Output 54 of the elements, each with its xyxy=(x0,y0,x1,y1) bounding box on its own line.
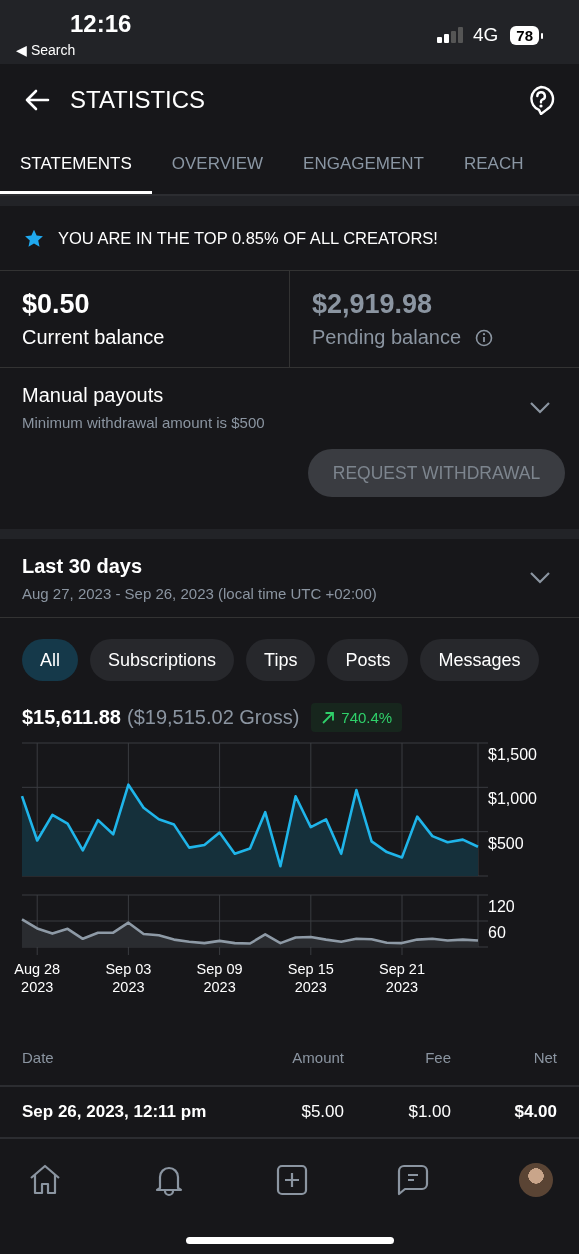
signal-icon xyxy=(436,27,465,43)
network-label: 4G xyxy=(472,24,499,46)
net-total: $15,611.88 xyxy=(22,706,121,729)
balance-amount: $2,919.98 xyxy=(312,289,434,320)
axis-label: 120 xyxy=(488,898,515,915)
trend-up-icon xyxy=(321,710,336,725)
avatar[interactable] xyxy=(519,1163,553,1197)
table-cell-text: $1.00 xyxy=(407,1102,451,1122)
balance-amount: $0.50 xyxy=(22,289,91,320)
add-post-icon[interactable] xyxy=(275,1164,308,1196)
balance-label: Current balance xyxy=(22,326,165,349)
filter-chip[interactable]: Subscriptions xyxy=(90,639,235,681)
chevron-icon[interactable] xyxy=(529,571,551,585)
back-to-search-link[interactable]: ◀ Search xyxy=(16,42,132,58)
table-cell-text: $4.00 xyxy=(513,1102,557,1122)
payouts-subtitle: Minimum withdrawal amount is $500 xyxy=(22,414,265,431)
status-time: 12:16 xyxy=(70,10,132,38)
home-icon[interactable] xyxy=(28,1163,62,1197)
payouts-title: Manual payouts xyxy=(22,384,165,407)
axis-label: Sep 03 2023 xyxy=(104,960,153,996)
change-badge: 740.4% xyxy=(311,703,403,732)
axis-label: Sep 15 2023 xyxy=(286,960,335,996)
axis-label: $1,000 xyxy=(488,790,537,808)
table-cell-text: $5.00 xyxy=(300,1102,344,1122)
table-cell-text: Sep 26, 2023, 12:11 pm xyxy=(22,1102,208,1122)
axis-label: 60 xyxy=(488,924,506,941)
axis-label: $500 xyxy=(488,834,524,852)
column-header: Date xyxy=(22,1049,55,1066)
column-header: Amount xyxy=(291,1049,344,1066)
help-icon[interactable] xyxy=(527,85,555,115)
filter-chip[interactable]: Tips xyxy=(246,639,316,681)
axis-label: $1,500 xyxy=(488,746,537,763)
period-subtitle: Aug 27, 2023 - Sep 26, 2023 (local time UTC +02:00) xyxy=(22,584,377,602)
back-arrow-icon[interactable] xyxy=(24,89,50,111)
ranking-banner-text: YOU ARE IN THE TOP 0.85% OF ALL CREATORS! xyxy=(58,228,438,248)
tab[interactable]: OVERVIEW xyxy=(151,136,284,194)
column-header: Net xyxy=(532,1049,557,1066)
tab[interactable]: ENGAGEMENT xyxy=(283,136,444,194)
messages-icon[interactable] xyxy=(396,1163,431,1197)
balance-label: Pending balance xyxy=(312,326,461,349)
tab[interactable]: REACH xyxy=(444,136,544,194)
filter-chip[interactable]: Messages xyxy=(420,639,539,681)
column-header: Fee xyxy=(424,1049,451,1066)
axis-label: Sep 21 2023 xyxy=(378,960,426,996)
page-title: STATISTICS xyxy=(70,86,207,114)
filter-chip[interactable]: Posts xyxy=(327,639,409,681)
info-icon[interactable] xyxy=(475,328,493,347)
star-icon xyxy=(24,228,44,248)
axis-label: Sep 09 2023 xyxy=(195,960,244,996)
period-title: Last 30 days xyxy=(22,554,144,578)
chevron-icon[interactable] xyxy=(529,400,551,415)
filter-chip[interactable]: All xyxy=(22,639,78,681)
axis-label: Aug 28 2023 xyxy=(13,960,62,996)
gross-total: ($19,515.02 Gross) xyxy=(127,706,300,729)
